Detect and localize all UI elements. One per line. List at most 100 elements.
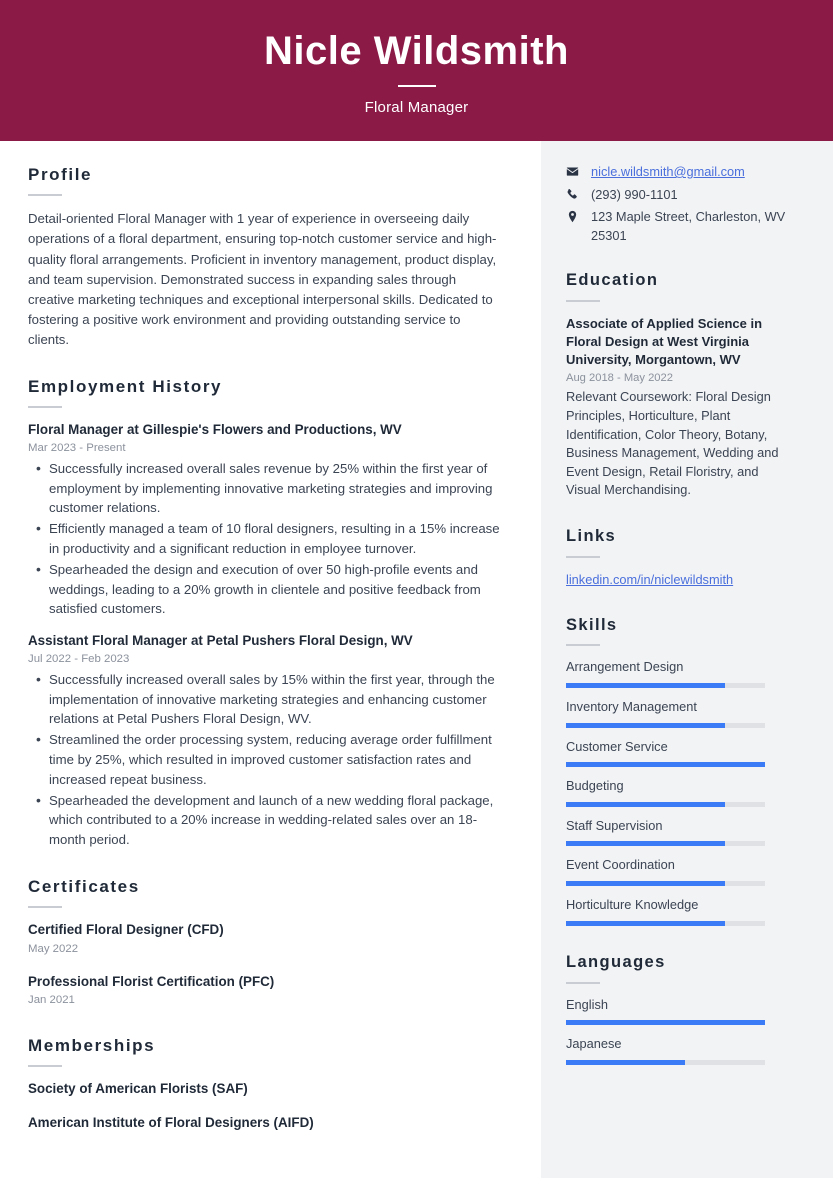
section-divider bbox=[566, 555, 600, 558]
header-job-title: Floral Manager bbox=[364, 98, 469, 116]
skill-bar-fill bbox=[566, 881, 726, 887]
location-pin-icon bbox=[566, 208, 584, 223]
skill-row: Arrangement Design bbox=[566, 659, 795, 688]
skill-row: Horticulture Knowledge bbox=[566, 897, 795, 926]
employment-dates: Jul 2022 - Feb 2023 bbox=[28, 653, 130, 666]
employment-entry: Assistant Floral Manager at Petal Pusher… bbox=[28, 632, 505, 850]
section-divider bbox=[28, 906, 62, 909]
language-bar-track bbox=[566, 1059, 765, 1065]
language-label: Japanese bbox=[566, 1036, 622, 1052]
resume-header: Nicle Wildsmith Floral Manager bbox=[0, 0, 833, 141]
skill-row: Customer Service bbox=[566, 739, 795, 768]
skill-row: Staff Supervision bbox=[566, 818, 795, 847]
skill-row: Event Coordination bbox=[566, 857, 795, 887]
employment-title: Floral Manager at Gillespie's Flowers an… bbox=[28, 422, 402, 438]
section-employment-history: Employment History Floral Manager at Gil… bbox=[28, 377, 505, 850]
section-skills: Skills Arrangement Design Inventory Mana… bbox=[566, 616, 795, 926]
skill-label: Inventory Management bbox=[566, 698, 697, 714]
section-heading-links: Links bbox=[566, 526, 617, 545]
list-item: Spearheaded the development and launch o… bbox=[36, 790, 505, 850]
section-heading-employment: Employment History bbox=[28, 376, 223, 396]
section-heading-profile: Profile bbox=[28, 165, 93, 184]
section-languages: Languages English Japanese bbox=[566, 953, 795, 1065]
skill-bar-fill bbox=[566, 841, 726, 847]
certificate-title: Certified Floral Designer (CFD) bbox=[28, 922, 224, 938]
skill-bar-fill bbox=[566, 682, 726, 688]
skill-bar-fill bbox=[566, 722, 726, 728]
contact-item-address: 123 Maple Street, Charleston, WV 25301 bbox=[566, 208, 795, 245]
education-title: Associate of Applied Science in Floral D… bbox=[566, 315, 763, 367]
skill-row: Inventory Management bbox=[566, 699, 795, 728]
skill-bar-track bbox=[566, 841, 765, 847]
section-divider bbox=[566, 299, 600, 302]
membership-title: Society of American Florists (SAF) bbox=[28, 1081, 248, 1097]
envelope-icon bbox=[566, 163, 584, 178]
section-divider bbox=[28, 194, 62, 197]
skill-bar-fill bbox=[566, 762, 765, 768]
skill-bar-track bbox=[566, 762, 765, 768]
language-bar-fill bbox=[566, 1020, 765, 1026]
skill-label: Arrangement Design bbox=[566, 659, 684, 675]
certificate-entry: Certified Floral Designer (CFD) May 2022 bbox=[28, 921, 505, 957]
linkedin-link[interactable]: linkedin.com/in/niclewildsmith bbox=[566, 572, 733, 587]
contact-address-text: 123 Maple Street, Charleston, WV 25301 bbox=[591, 209, 786, 243]
skill-bar-fill bbox=[566, 920, 726, 926]
certificate-title: Professional Florist Certification (PFC) bbox=[28, 974, 275, 990]
skill-bar-track bbox=[566, 722, 765, 728]
header-divider bbox=[397, 84, 436, 87]
section-memberships: Memberships Society of American Florists… bbox=[28, 1036, 505, 1133]
section-heading-languages: Languages bbox=[566, 952, 666, 971]
employment-bullets: Successfully increased overall sales by … bbox=[28, 669, 505, 850]
certificate-date: May 2022 bbox=[28, 942, 79, 955]
section-profile: Profile Detail-oriented Floral Manager w… bbox=[28, 165, 505, 350]
section-heading-certificates: Certificates bbox=[28, 877, 140, 897]
skill-bar-track bbox=[566, 920, 765, 926]
contact-list: nicle.wildsmith@gmail.com (293) 990-1101 bbox=[566, 163, 795, 245]
email-link[interactable]: nicle.wildsmith@gmail.com bbox=[591, 164, 745, 179]
section-heading-education: Education bbox=[566, 271, 659, 290]
skill-label: Horticulture Knowledge bbox=[566, 897, 699, 913]
list-item: Successfully increased overall sales rev… bbox=[36, 458, 505, 518]
language-bar-fill bbox=[566, 1059, 686, 1065]
skill-bar-fill bbox=[566, 801, 726, 807]
section-certificates: Certificates Certified Floral Designer (… bbox=[28, 877, 505, 1009]
language-label: English bbox=[566, 996, 608, 1012]
skill-label: Customer Service bbox=[566, 738, 668, 754]
education-dates: Aug 2018 - May 2022 bbox=[566, 371, 673, 384]
sidebar-column: nicle.wildsmith@gmail.com (293) 990-1101 bbox=[541, 141, 833, 1178]
membership-entry: Society of American Florists (SAF) bbox=[28, 1080, 505, 1098]
skill-row: Budgeting bbox=[566, 778, 795, 807]
list-item: Efficiently managed a team of 10 floral … bbox=[36, 518, 505, 559]
contact-phone-text: (293) 990-1101 bbox=[591, 186, 678, 202]
skill-label: Event Coordination bbox=[566, 857, 675, 873]
page-title: Nicle Wildsmith bbox=[264, 28, 569, 73]
section-divider bbox=[566, 644, 600, 647]
contact-item-phone: (293) 990-1101 bbox=[566, 186, 795, 205]
employment-title: Assistant Floral Manager at Petal Pusher… bbox=[28, 633, 413, 649]
membership-entry: American Institute of Floral Designers (… bbox=[28, 1114, 505, 1132]
section-links: Links linkedin.com/in/niclewildsmith bbox=[566, 527, 795, 589]
skill-bar-track bbox=[566, 801, 765, 807]
contact-item-email: nicle.wildsmith@gmail.com bbox=[566, 163, 795, 182]
contact-email-text: nicle.wildsmith@gmail.com bbox=[591, 163, 795, 182]
skill-label: Staff Supervision bbox=[566, 817, 663, 833]
skill-label: Budgeting bbox=[566, 778, 624, 794]
skill-bar-track bbox=[566, 881, 765, 887]
education-description: Relevant Coursework: Floral Design Princ… bbox=[566, 389, 779, 498]
resume-page: Nicle Wildsmith Floral Manager Profile D… bbox=[0, 0, 833, 1178]
section-divider bbox=[566, 981, 600, 984]
section-education: Education Associate of Applied Science i… bbox=[566, 271, 795, 500]
main-column: Profile Detail-oriented Floral Manager w… bbox=[0, 141, 541, 1178]
list-item: Successfully increased overall sales by … bbox=[36, 669, 505, 729]
language-row: English bbox=[566, 997, 795, 1026]
list-item: Streamlined the order processing system,… bbox=[36, 729, 505, 789]
section-heading-skills: Skills bbox=[566, 615, 618, 634]
employment-bullets: Successfully increased overall sales rev… bbox=[28, 458, 505, 619]
membership-title: American Institute of Floral Designers (… bbox=[28, 1115, 314, 1131]
section-divider bbox=[28, 1065, 62, 1068]
language-row: Japanese bbox=[566, 1036, 795, 1065]
language-bar-track bbox=[566, 1020, 765, 1026]
employment-dates: Mar 2023 - Present bbox=[28, 442, 126, 455]
resume-body: Profile Detail-oriented Floral Manager w… bbox=[0, 141, 833, 1178]
certificate-entry: Professional Florist Certification (PFC)… bbox=[28, 973, 505, 1009]
